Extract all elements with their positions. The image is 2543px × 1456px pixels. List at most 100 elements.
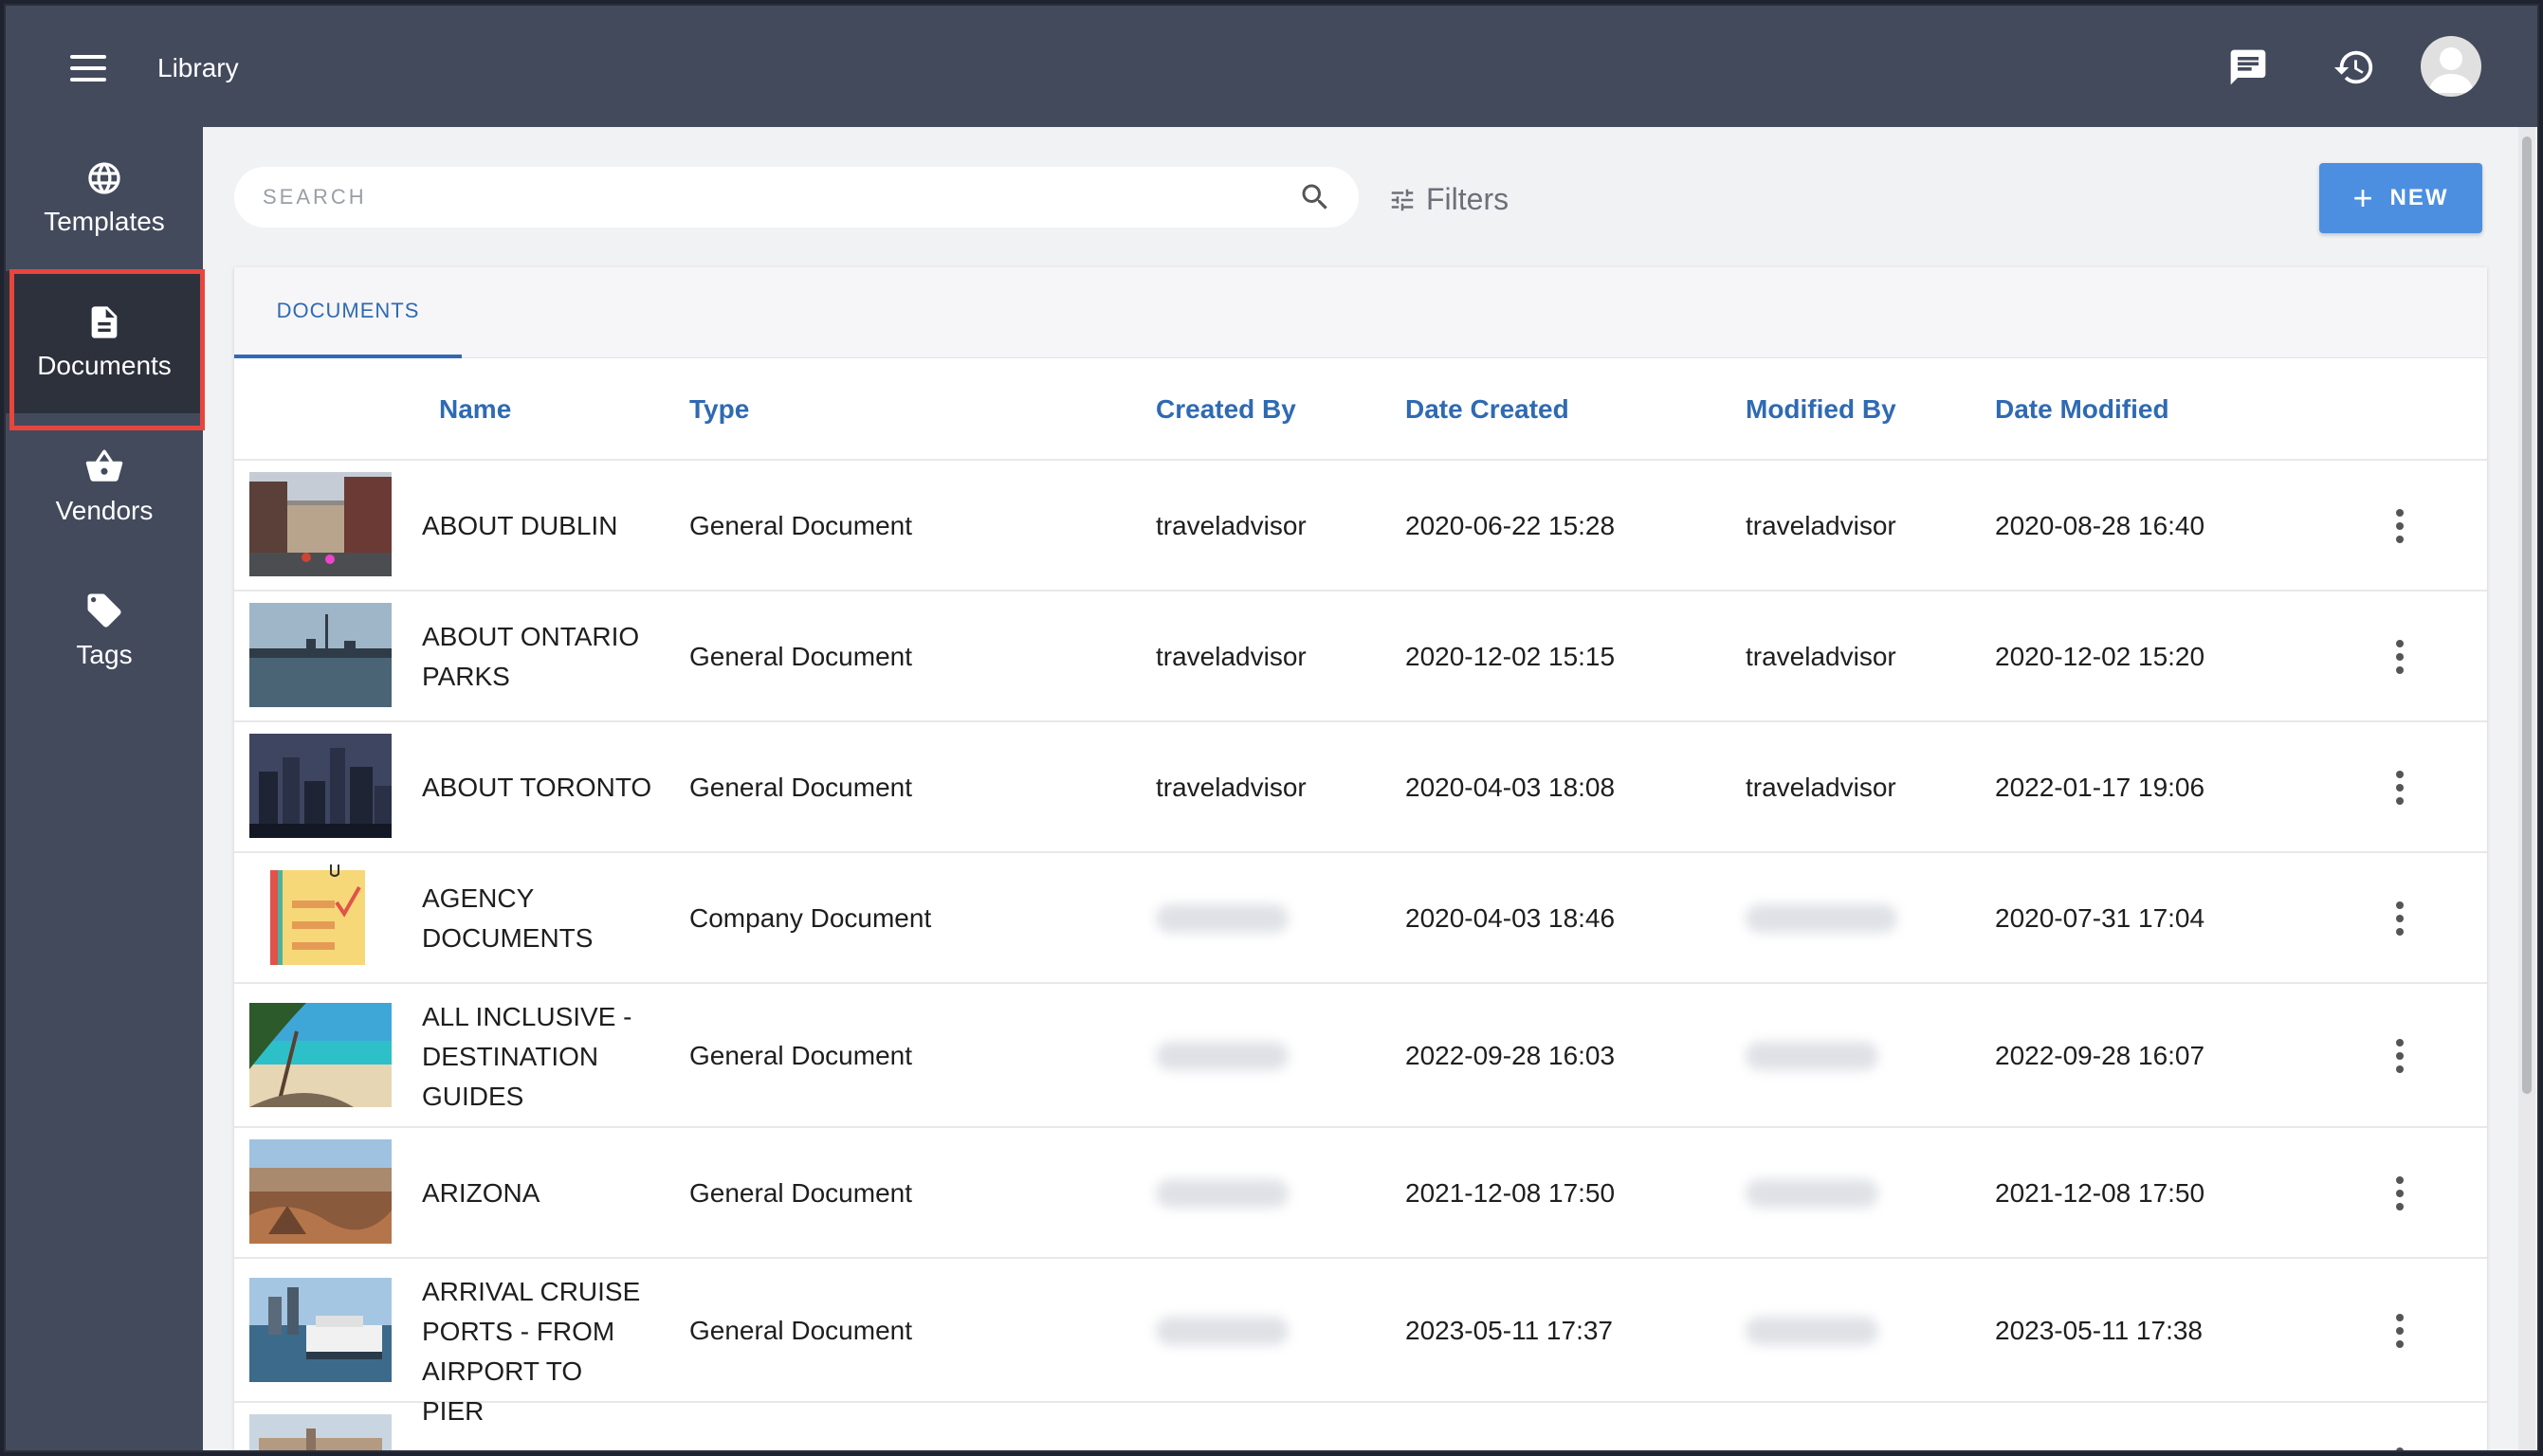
column-header-name[interactable]: Name: [439, 394, 511, 425]
table-header: Name Type Created By Date Created Modifi…: [234, 358, 2487, 461]
modified-by-redacted: [1746, 1042, 1878, 1070]
document-thumbnail: [249, 734, 392, 838]
modified-by-redacted: [1746, 1179, 1878, 1208]
document-name[interactable]: ABOUT TORONTO: [422, 768, 651, 808]
table-row[interactable]: ABOUT DUBLIN General Document traveladvi…: [234, 461, 2487, 592]
document-type: General Document: [689, 1316, 913, 1345]
date-modified: 2021-12-08 17:50: [1995, 1178, 2205, 1208]
more-options-icon[interactable]: [2381, 1028, 2419, 1084]
search-input[interactable]: [263, 178, 1249, 216]
document-thumbnail: [249, 1414, 392, 1450]
document-name[interactable]: ABOUT DUBLIN: [422, 506, 617, 546]
document-thumbnail: [249, 864, 392, 969]
more-options-icon[interactable]: [2381, 628, 2419, 685]
document-type: General Document: [689, 773, 913, 802]
search-bar: [234, 167, 1359, 228]
menu-icon[interactable]: [70, 55, 106, 82]
plus-icon: +: [2352, 178, 2375, 217]
more-options-icon[interactable]: [2381, 890, 2419, 947]
sidebar-item-templates[interactable]: Templates: [6, 127, 203, 269]
date-modified: 2022-09-28 16:07: [1995, 1041, 2205, 1070]
more-options-icon[interactable]: [2381, 1441, 2419, 1450]
tab-bar: DOCUMENTS: [234, 267, 2487, 358]
date-modified: 2020-12-02 15:20: [1995, 642, 2205, 671]
document-name[interactable]: ALL INCLUSIVE - DESTINATION GUIDES: [422, 997, 649, 1117]
created-by-redacted: [1156, 1042, 1289, 1070]
document-thumbnail: [249, 472, 392, 576]
table-row[interactable]: ARIZONA General Document 2021-12-08 17:5…: [234, 1128, 2487, 1259]
date-created: 2021-12-08 17:50: [1405, 1178, 1616, 1208]
created-by: traveladvisor: [1156, 773, 1307, 802]
table-row[interactable]: ABOUT ONTARIO PARKS General Document tra…: [234, 592, 2487, 722]
sidebar-item-tags[interactable]: Tags: [6, 559, 203, 701]
created-by-redacted: [1156, 1317, 1289, 1345]
globe-icon: [88, 162, 120, 194]
more-options-icon[interactable]: [2381, 759, 2419, 816]
sidebar-item-label: Tags: [76, 640, 133, 669]
scrollbar[interactable]: [2518, 127, 2535, 1450]
created-by-redacted: [1156, 904, 1289, 933]
more-options-icon[interactable]: [2381, 1165, 2419, 1222]
chat-icon[interactable]: [2224, 44, 2272, 91]
document-type: General Document: [689, 1041, 913, 1070]
search-icon[interactable]: [1298, 180, 1332, 214]
date-created: 2022-09-28 16:03: [1405, 1041, 1616, 1070]
table-row[interactable]: ARRIVAL CRUISE PORTS - FROM AIRPORT TO P…: [234, 1259, 2487, 1426]
column-header-date-modified[interactable]: Date Modified: [1995, 394, 2169, 425]
document-thumbnail: [249, 1278, 392, 1382]
document-type: General Document: [689, 1178, 913, 1208]
document-thumbnail: [249, 603, 392, 707]
document-type: Company Document: [689, 903, 932, 933]
filters-label: Filters: [1426, 182, 1509, 216]
tab-documents[interactable]: DOCUMENTS: [234, 267, 462, 358]
modified-by: traveladvisor: [1746, 511, 1896, 540]
date-created: 2020-04-03 18:46: [1405, 903, 1616, 933]
document-thumbnail: [249, 1003, 392, 1107]
modified-by-redacted: [1746, 1317, 1878, 1345]
modified-by-redacted: [1746, 904, 1897, 933]
date-modified: 2022-01-17 19:06: [1995, 773, 2205, 802]
app-title: Library: [157, 53, 239, 82]
created-by-redacted: [1156, 1179, 1289, 1208]
date-modified: 2023-05-11 17:38: [1995, 1316, 2203, 1345]
sidebar-item-label: Vendors: [55, 496, 154, 525]
highlight-box: [9, 269, 205, 430]
created-by: traveladvisor: [1156, 511, 1307, 540]
table-row[interactable]: AGENCY DOCUMENTS Company Document 2020-0…: [234, 853, 2487, 984]
tune-icon: [1391, 189, 1414, 210]
modified-by: traveladvisor: [1746, 773, 1896, 802]
more-options-icon[interactable]: [2381, 498, 2419, 555]
created-by: traveladvisor: [1156, 642, 1307, 671]
history-icon[interactable]: [2331, 44, 2378, 91]
date-created: 2023-05-11 17:37: [1405, 1316, 1613, 1345]
document-thumbnail: [249, 1139, 392, 1244]
basket-icon: [85, 449, 123, 482]
column-header-created-by[interactable]: Created By: [1156, 394, 1296, 425]
document-name[interactable]: ARIZONA: [422, 1174, 540, 1213]
modified-by: traveladvisor: [1746, 642, 1896, 671]
scrollbar-thumb[interactable]: [2522, 136, 2532, 1094]
date-created: 2020-04-03 18:08: [1405, 773, 1616, 802]
filters-button[interactable]: Filters: [1388, 182, 1509, 217]
date-created: 2020-06-22 15:28: [1405, 511, 1616, 540]
document-type: General Document: [689, 642, 913, 671]
column-header-date-created[interactable]: Date Created: [1405, 394, 1569, 425]
documents-card: DOCUMENTS Name Type Created By Date Crea…: [234, 267, 2487, 1450]
table-row[interactable]: ABOUT TORONTO General Document traveladv…: [234, 722, 2487, 853]
table-row[interactable]: ALL INCLUSIVE - DESTINATION GUIDES Gener…: [234, 984, 2487, 1128]
new-button[interactable]: + NEW: [2319, 163, 2482, 233]
document-name[interactable]: ABOUT ONTARIO PARKS: [422, 617, 649, 697]
sidebar-item-label: Templates: [44, 207, 165, 236]
top-bar: Library: [6, 6, 2537, 127]
document-type: General Document: [689, 511, 913, 540]
avatar[interactable]: [2421, 36, 2481, 97]
more-options-icon[interactable]: [2381, 1302, 2419, 1359]
sidebar-item-vendors[interactable]: Vendors: [6, 415, 203, 557]
document-name[interactable]: AGENCY DOCUMENTS: [422, 879, 649, 958]
sidebar: Templates Documents Vendors Tags: [6, 127, 205, 1450]
column-header-type[interactable]: Type: [689, 394, 749, 425]
date-modified: 2020-07-31 17:04: [1995, 903, 2205, 933]
column-header-modified-by[interactable]: Modified By: [1746, 394, 1896, 425]
table-row[interactable]: [234, 1403, 2487, 1450]
date-modified: 2020-08-28 16:40: [1995, 511, 2205, 540]
